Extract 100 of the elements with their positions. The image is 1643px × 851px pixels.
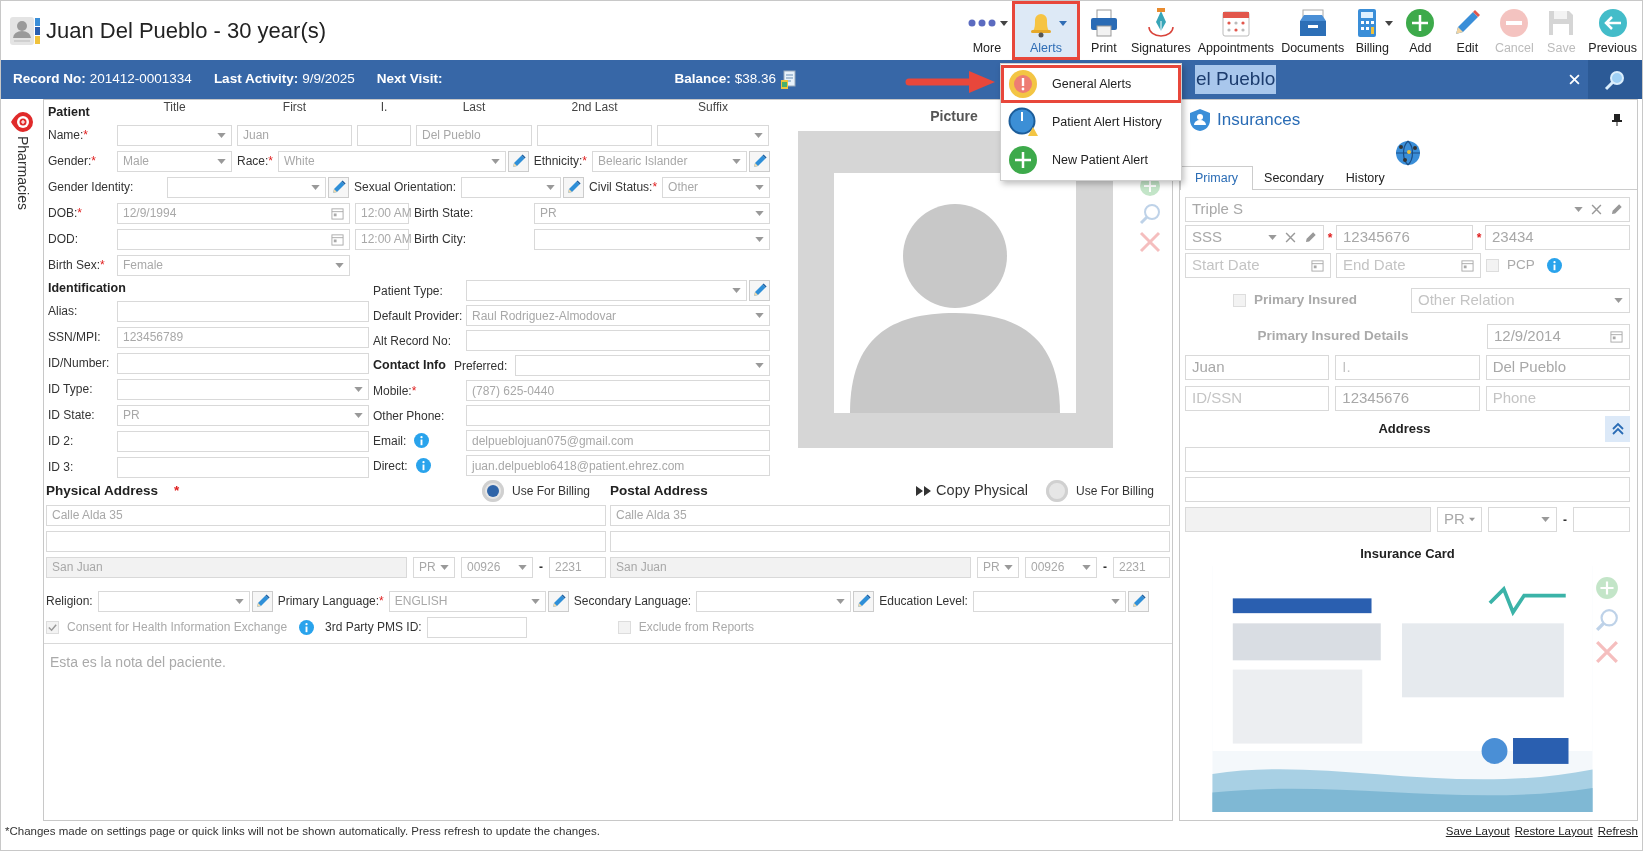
zoom-icon[interactable] <box>1139 203 1161 225</box>
dropdown-field[interactable]: PR <box>534 202 770 224</box>
dropdown-field[interactable]: ENGLISH <box>388 590 546 612</box>
dropdown-field[interactable] <box>1488 507 1557 532</box>
dropdown-field[interactable]: Raul Rodriguez-Almodovar <box>466 305 770 326</box>
dropdown-field[interactable] <box>534 228 770 250</box>
plus-icon[interactable] <box>1595 576 1619 600</box>
copy-button[interactable]: Copy Physical <box>916 480 1028 502</box>
dropdown-field[interactable] <box>117 124 232 146</box>
dropdown-field[interactable]: PR <box>117 404 369 426</box>
menu-item[interactable]: New Patient Alert <box>1001 141 1181 179</box>
date-field[interactable]: 12/9/2014 <box>1487 324 1630 349</box>
tab[interactable]: Secondary <box>1253 166 1335 190</box>
dropdown-field[interactable]: Belearic Islander <box>592 150 747 172</box>
dropdown-field[interactable]: Female <box>117 254 350 276</box>
text-field[interactable]: 2231 <box>549 556 606 578</box>
link[interactable]: Restore Layout <box>1514 822 1593 841</box>
info-icon[interactable] <box>414 433 430 448</box>
radio-button[interactable] <box>481 480 504 502</box>
dropdown-field[interactable]: PR <box>977 556 1019 578</box>
text-field[interactable] <box>117 352 369 374</box>
edit-button[interactable] <box>251 590 273 612</box>
text-field[interactable] <box>117 300 369 322</box>
toolbar-button[interactable]: Documents <box>1278 1 1348 60</box>
dropdown-field[interactable] <box>97 590 250 612</box>
close-icon[interactable] <box>1139 231 1161 253</box>
text-field[interactable] <box>610 530 1170 552</box>
search-field[interactable]: el Pueblo <box>1193 60 1588 99</box>
dropdown-field[interactable]: Other <box>662 176 770 198</box>
text-field[interactable] <box>466 405 770 426</box>
text-field[interactable] <box>426 616 527 638</box>
text-field[interactable]: 123456789 <box>117 326 369 348</box>
dropdown-field[interactable] <box>696 590 852 612</box>
note-field[interactable]: Esta es la nota del paciente. <box>44 643 1172 820</box>
text-field[interactable]: (787) 625-0440 <box>466 380 770 401</box>
zoom-icon[interactable] <box>1595 608 1619 632</box>
dropdown-field[interactable] <box>466 280 747 301</box>
dropdown-field[interactable]: 00926 <box>461 556 533 578</box>
text-field[interactable]: Del Pueblo <box>1485 355 1630 380</box>
toolbar-button[interactable]: Alerts <box>1011 1 1080 60</box>
dropdown-field[interactable] <box>515 355 770 376</box>
edit-button[interactable] <box>749 280 770 301</box>
dropdown-field[interactable]: PR <box>413 556 455 578</box>
dropdown-field[interactable] <box>657 124 769 146</box>
dropdown-field[interactable]: Triple S <box>1185 197 1630 222</box>
edit-button[interactable] <box>563 176 585 198</box>
text-field[interactable] <box>1185 477 1630 502</box>
dropdown-field[interactable] <box>167 176 326 198</box>
text-field[interactable]: 12345676 <box>1336 225 1473 250</box>
text-field[interactable]: Juan <box>237 124 352 146</box>
text-field[interactable] <box>117 456 369 478</box>
search-button[interactable] <box>1588 60 1642 99</box>
edit-button[interactable] <box>1127 590 1149 612</box>
text-field[interactable] <box>117 430 369 452</box>
text-field[interactable]: I. <box>1335 355 1480 380</box>
toolbar-button[interactable]: Add <box>1397 1 1444 60</box>
text-field[interactable]: Calle Alda 35 <box>610 504 1170 526</box>
text-field[interactable]: Phone <box>1485 386 1630 411</box>
date-field[interactable] <box>117 228 350 250</box>
text-field[interactable]: Del Pueblo <box>416 124 532 146</box>
close-icon[interactable] <box>1595 640 1619 664</box>
text-field[interactable] <box>466 330 770 351</box>
toolbar-button[interactable]: More <box>962 1 1011 60</box>
text-field[interactable]: delpueblojuan075@gmail.com <box>466 430 770 451</box>
menu-item[interactable]: General Alerts <box>1001 65 1181 103</box>
edit-button[interactable] <box>507 150 529 172</box>
dropdown-field[interactable]: Other Relation <box>1411 287 1630 313</box>
text-field[interactable] <box>46 530 606 552</box>
toolbar-button[interactable]: Appointments <box>1194 1 1278 60</box>
edit-button[interactable] <box>547 590 569 612</box>
toolbar-button[interactable]: Signatures <box>1127 1 1194 60</box>
text-field[interactable] <box>537 124 652 146</box>
text-field[interactable]: 12345676 <box>1335 386 1480 411</box>
edit-button[interactable] <box>749 150 770 172</box>
text-field[interactable]: juan.delpueblo6418@patient.ehrez.com <box>466 455 770 476</box>
menu-item[interactable]: Patient Alert History <box>1001 103 1181 141</box>
edit-button[interactable] <box>328 176 349 198</box>
toolbar-button[interactable]: Print <box>1080 1 1127 60</box>
time-field[interactable]: 12:00 AM <box>355 202 409 224</box>
dropdown-field[interactable]: SSS <box>1185 225 1324 250</box>
date-field[interactable]: Start Date <box>1185 253 1331 278</box>
time-field[interactable]: 12:00 AM <box>355 228 409 250</box>
text-field[interactable]: Calle Alda 35 <box>46 504 606 526</box>
text-field[interactable] <box>1573 507 1630 532</box>
date-field[interactable]: 12/9/1994 <box>117 202 350 224</box>
link[interactable]: Save Layout <box>1445 822 1510 841</box>
edit-button[interactable] <box>853 590 875 612</box>
dropdown-field[interactable] <box>972 590 1126 612</box>
dropdown-field[interactable] <box>117 378 369 400</box>
text-field[interactable]: ID/SSN <box>1185 386 1330 411</box>
toolbar-button[interactable]: Edit <box>1444 1 1491 60</box>
text-field[interactable]: 23434 <box>1485 225 1630 250</box>
toolbar-button[interactable]: Billing <box>1348 1 1397 60</box>
info-icon[interactable] <box>415 458 431 473</box>
radio-button[interactable] <box>1045 480 1068 502</box>
text-field[interactable] <box>357 124 411 146</box>
text-field[interactable]: Juan <box>1185 355 1330 380</box>
dropdown-field[interactable]: PR <box>1437 507 1482 532</box>
dropdown-field[interactable] <box>461 176 562 198</box>
tab[interactable]: Primary <box>1180 166 1254 190</box>
